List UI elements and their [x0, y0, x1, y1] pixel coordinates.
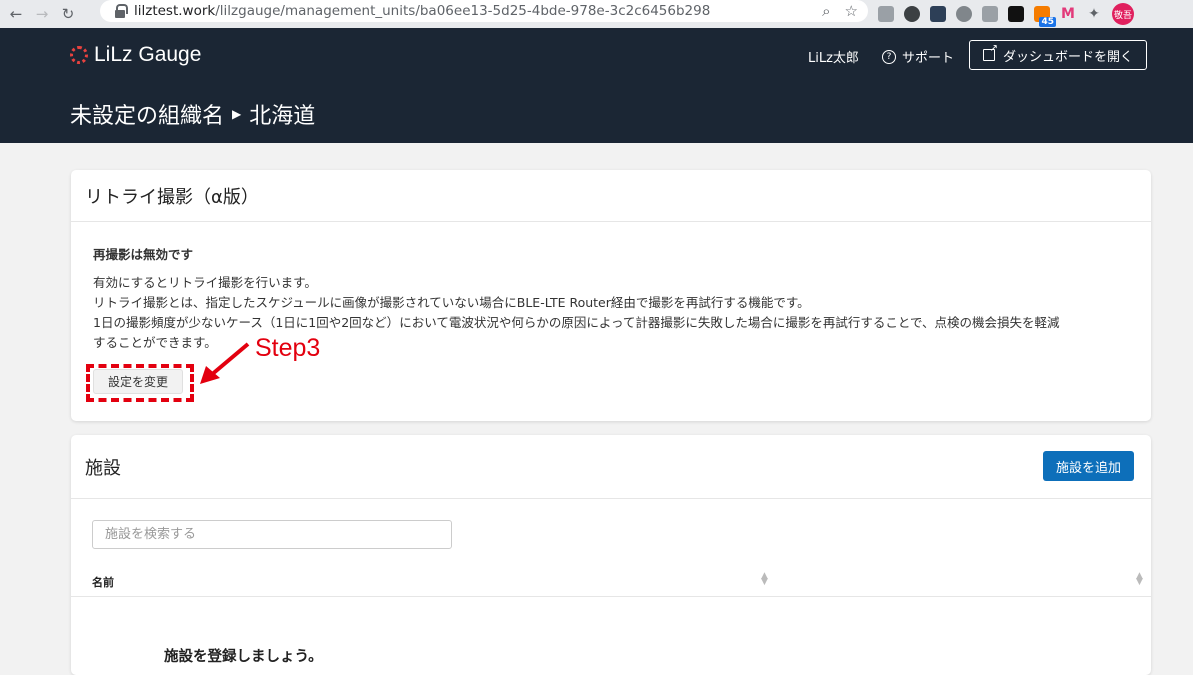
open-dashboard-label: ダッシュボードを開く — [1002, 49, 1133, 65]
annotation-arrow-icon — [200, 342, 250, 384]
retry-status: 再撮影は無効です — [93, 247, 194, 262]
sort-icon[interactable]: ▲ ▼ — [1136, 572, 1143, 587]
retry-desc-line: 1日の撮影頻度が少ないケース（1日に1回や2回など）において電波状況や何らかの原… — [93, 315, 1060, 330]
badge-count: 45 — [1039, 17, 1056, 27]
bulb-extension-icon[interactable] — [956, 6, 972, 22]
shield-extension-icon[interactable] — [1008, 6, 1024, 22]
badge-extension-icon[interactable]: 45 — [1034, 6, 1056, 27]
empty-state-message: 施設を登録しましょう。 — [164, 649, 323, 665]
user-name[interactable]: LiLz太郎 — [808, 47, 859, 66]
open-dashboard-button[interactable]: ダッシュボードを開く — [969, 40, 1147, 70]
support-link[interactable]: ? サポート — [882, 47, 954, 66]
annotation-label: Step3 — [255, 334, 321, 362]
extension-bar: 45 M ✦ 敬吾 — [878, 3, 1134, 27]
cast-extension-icon[interactable] — [878, 6, 894, 22]
extensions-puzzle-icon[interactable]: ✦ — [1086, 6, 1102, 22]
zoom-icon[interactable]: ⌕ — [822, 2, 830, 20]
app-header: LiLz Gauge LiLz太郎 ? サポート ダッシュボードを開く 未設定の… — [0, 28, 1193, 143]
annotation-highlight-box — [86, 364, 194, 402]
browser-toolbar: ← → ↻ lilztest.work/lilzgauge/management… — [0, 0, 1193, 28]
breadcrumb-org[interactable]: 未設定の組織名 — [70, 98, 224, 130]
logo[interactable]: LiLz Gauge — [70, 43, 201, 67]
caret-right-icon: ▶ — [232, 107, 242, 121]
facility-card-title: 施設 — [85, 457, 121, 479]
puzzle-grey-extension-icon[interactable] — [982, 6, 998, 22]
sort-icon[interactable]: ▲ ▼ — [761, 572, 768, 587]
lock-icon — [114, 4, 128, 18]
dots-extension-icon[interactable] — [930, 6, 946, 22]
column-header-name[interactable]: 名前 — [92, 574, 114, 590]
bookmark-star-icon[interactable]: ☆ — [845, 2, 858, 20]
logo-text: LiLz Gauge — [94, 43, 202, 66]
facility-card: 施設 施設を追加 名前 ▲▼ ▲▼ 施設を登録しましょう。 — [71, 435, 1151, 675]
breadcrumb: 未設定の組織名 ▶ 北海道 — [70, 98, 315, 130]
back-icon[interactable]: ← — [6, 4, 26, 24]
breadcrumb-unit: 北海道 — [249, 104, 316, 129]
retry-desc-line: リトライ撮影とは、指定したスケジュールに画像が撮影されていない場合にBLE-LT… — [93, 295, 810, 310]
retry-desc-line: 有効にするとリトライ撮影を行います。 — [93, 275, 317, 290]
circle-extension-icon[interactable] — [904, 6, 920, 22]
reload-icon[interactable]: ↻ — [58, 4, 78, 24]
retry-card-title: リトライ撮影（α版） — [71, 170, 1151, 222]
profile-avatar[interactable]: 敬吾 — [1112, 3, 1134, 25]
logo-mark-icon — [70, 46, 88, 64]
support-label: サポート — [902, 51, 955, 66]
url-path: /lilzgauge/management_units/ba06ee13-5d2… — [215, 3, 711, 19]
facility-search-input[interactable] — [92, 520, 452, 549]
help-icon: ? — [882, 49, 896, 64]
table-divider — [71, 596, 1151, 597]
external-link-icon — [982, 43, 998, 61]
url-host: lilztest.work — [134, 3, 216, 19]
add-facility-button[interactable]: 施設を追加 — [1043, 451, 1134, 481]
m-extension-icon[interactable]: M — [1060, 6, 1076, 22]
address-bar[interactable]: lilztest.work/lilzgauge/management_units… — [100, 0, 868, 22]
forward-icon[interactable]: → — [32, 4, 52, 24]
